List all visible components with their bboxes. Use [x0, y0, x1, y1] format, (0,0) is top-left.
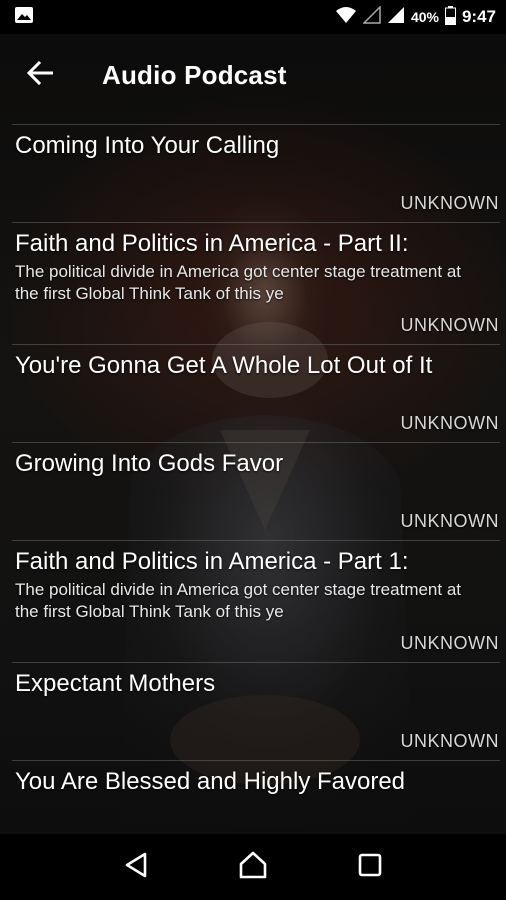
wifi-icon [335, 6, 357, 28]
nav-home-button[interactable] [229, 843, 277, 891]
arrow-back-icon [26, 60, 54, 90]
episode-author: UNKNOWN [400, 511, 499, 531]
episode-author: UNKNOWN [400, 731, 499, 751]
back-button[interactable] [20, 55, 60, 95]
episode-item[interactable]: You're Gonna Get A Whole Lot Out of It U… [12, 344, 500, 442]
battery-percent: 40% [410, 9, 439, 25]
podcast-list: Coming Into Your Calling UNKNOWN Faith a… [12, 124, 500, 858]
app-bar: Audio Podcast [0, 34, 506, 116]
cell-signal-icon [387, 6, 405, 28]
recents-icon [358, 853, 382, 882]
image-notification-icon [14, 5, 34, 30]
episode-item[interactable]: Faith and Politics in America - Part 1: … [12, 540, 500, 662]
episode-title: You're Gonna Get A Whole Lot Out of It [15, 352, 433, 379]
navigation-bar [0, 834, 506, 900]
episode-description: The political divide in America got cent… [15, 262, 462, 303]
episode-title: Growing Into Gods Favor [15, 450, 284, 477]
clock: 9:47 [461, 7, 496, 26]
episode-title: Faith and Politics in America - Part II: [15, 230, 409, 257]
episode-title: Coming Into Your Calling [15, 132, 280, 159]
no-signal-icon [362, 5, 381, 28]
episode-title: Expectant Mothers [15, 670, 216, 697]
episode-item[interactable]: Growing Into Gods Favor UNKNOWN [12, 442, 500, 540]
triangle-back-icon [124, 852, 148, 883]
nav-recents-button[interactable] [346, 843, 394, 891]
episode-title: You Are Blessed and Highly Favored [15, 768, 406, 795]
status-bar: 40% 9:47 [0, 0, 506, 34]
episode-author: UNKNOWN [400, 193, 499, 213]
episode-author: UNKNOWN [400, 633, 499, 653]
nav-back-button[interactable] [112, 843, 160, 891]
episode-item[interactable]: Coming Into Your Calling UNKNOWN [12, 124, 500, 222]
home-icon [238, 851, 268, 884]
page-title: Audio Podcast [102, 59, 287, 90]
battery-icon [444, 5, 456, 29]
episode-item[interactable]: Faith and Politics in America - Part II:… [12, 222, 500, 344]
episode-item[interactable]: Expectant Mothers UNKNOWN [12, 662, 500, 760]
episode-author: UNKNOWN [400, 413, 499, 433]
episode-author: UNKNOWN [400, 315, 499, 335]
episode-description: The political divide in America got cent… [15, 580, 462, 621]
episode-title: Faith and Politics in America - Part 1: [15, 548, 409, 575]
